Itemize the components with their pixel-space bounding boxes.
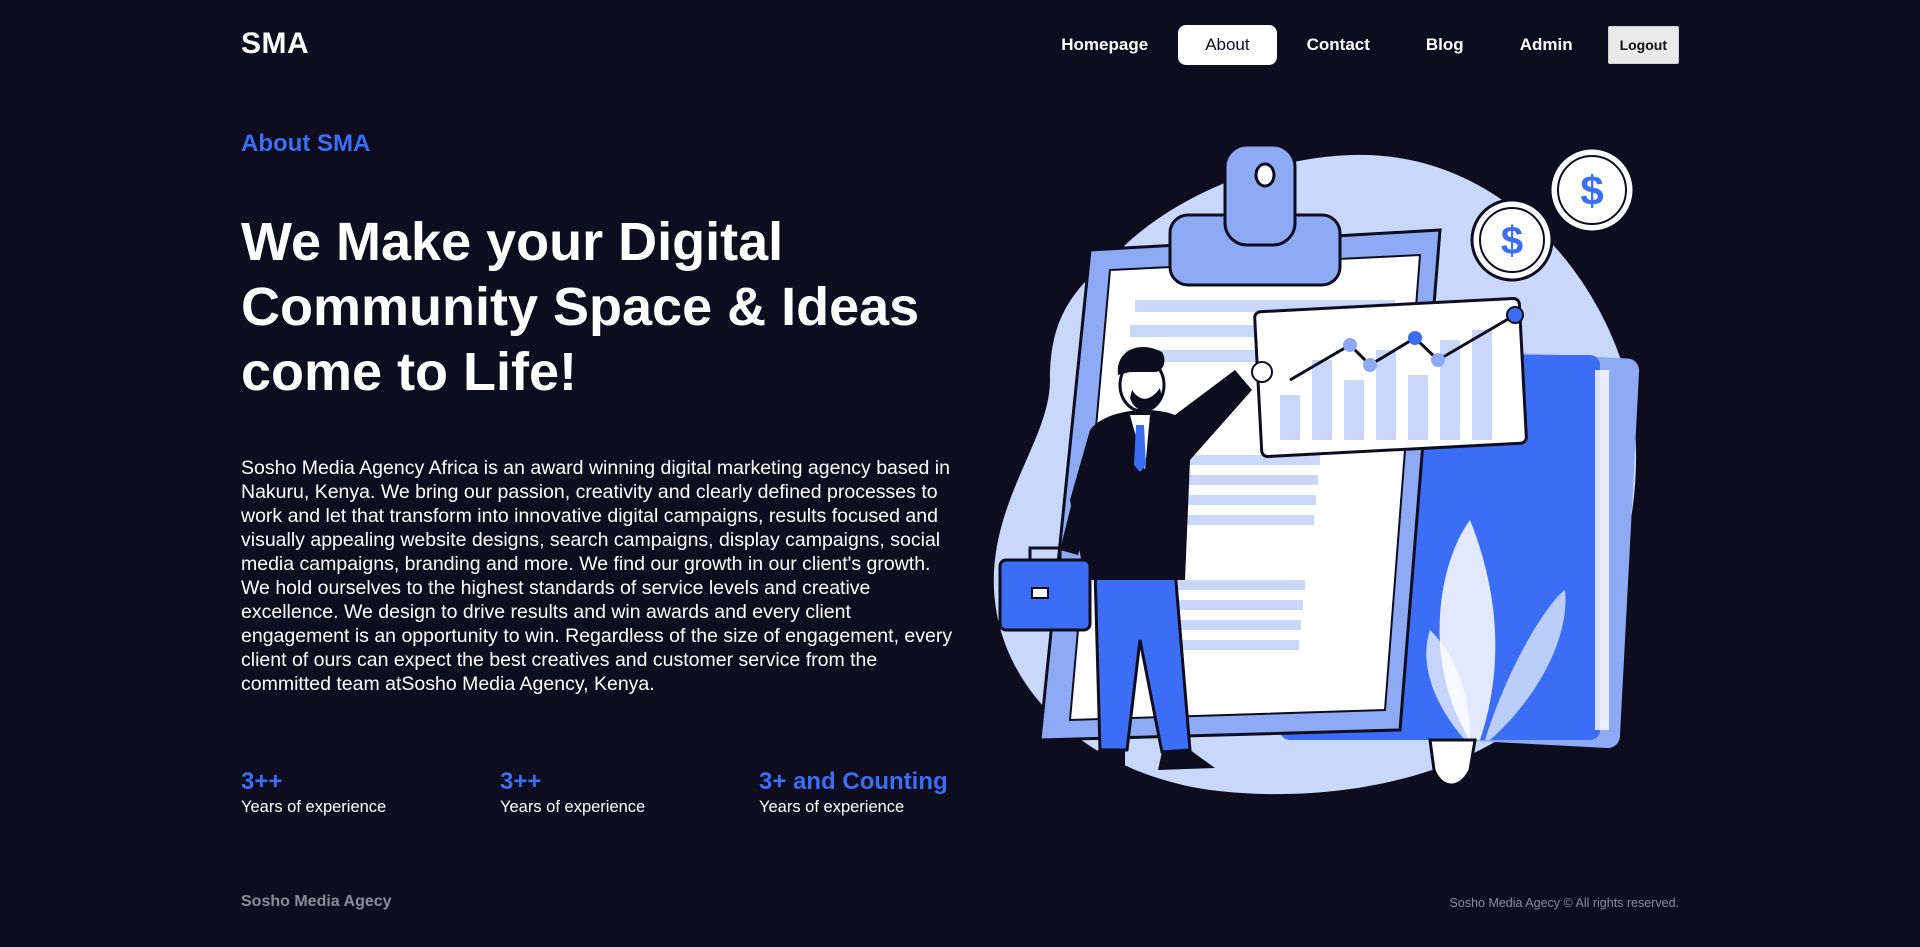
stat-item: 3++ Years of experience: [500, 767, 645, 817]
nav-homepage[interactable]: Homepage: [1033, 25, 1176, 65]
site-header: SMA Homepage About Contact Blog Admin Lo…: [0, 0, 1920, 90]
dollar-coin-icon: $: [1470, 198, 1554, 282]
stats-row: 3++ Years of experience 3++ Years of exp…: [241, 767, 1001, 827]
stat-label: Years of experience: [759, 798, 905, 816]
main-nav: Homepage About Contact Blog Admin Logout: [1033, 25, 1679, 65]
site-logo[interactable]: SMA: [241, 27, 309, 61]
dollar-coin-icon: $: [1548, 146, 1636, 234]
stat-label: Years of experience: [500, 798, 646, 816]
nav-blog[interactable]: Blog: [1398, 25, 1492, 65]
nav-admin[interactable]: Admin: [1492, 25, 1601, 65]
footer-copyright: Sosho Media Agecy © All rights reserved.: [1449, 896, 1679, 910]
plant-pot: [1428, 738, 1477, 787]
stat-value: 3++: [500, 768, 542, 795]
folder-edge: [1595, 370, 1609, 730]
sparkle-circle: [1140, 193, 1154, 207]
briefcase-icon: [998, 546, 1092, 632]
stat-label: Years of experience: [241, 798, 387, 816]
nav-about[interactable]: About: [1178, 25, 1277, 65]
coin-symbol: $: [1580, 167, 1603, 214]
coin-symbol: $: [1501, 219, 1523, 263]
sparkle-star: [1168, 178, 1182, 192]
stat-value: 3+ and Counting: [759, 768, 948, 795]
stat-item: 3+ and Counting Years of experience: [759, 767, 948, 817]
logout-button[interactable]: Logout: [1607, 26, 1679, 64]
page-headline: We Make your Digital Community Space & I…: [241, 212, 920, 402]
business-analytics-illustration: $ $: [993, 143, 1640, 795]
stat-item: 3++ Years of experience: [241, 767, 386, 817]
section-eyebrow: About SMA: [241, 130, 371, 157]
clipboard-clip-top: [1223, 143, 1297, 247]
nav-contact[interactable]: Contact: [1279, 25, 1398, 65]
footer-brand: Sosho Media Agecy: [241, 893, 392, 910]
about-description: Sosho Media Agency Africa is an award wi…: [241, 457, 953, 695]
stat-value: 3++: [241, 768, 283, 795]
clipboard-hole: [1254, 162, 1276, 188]
